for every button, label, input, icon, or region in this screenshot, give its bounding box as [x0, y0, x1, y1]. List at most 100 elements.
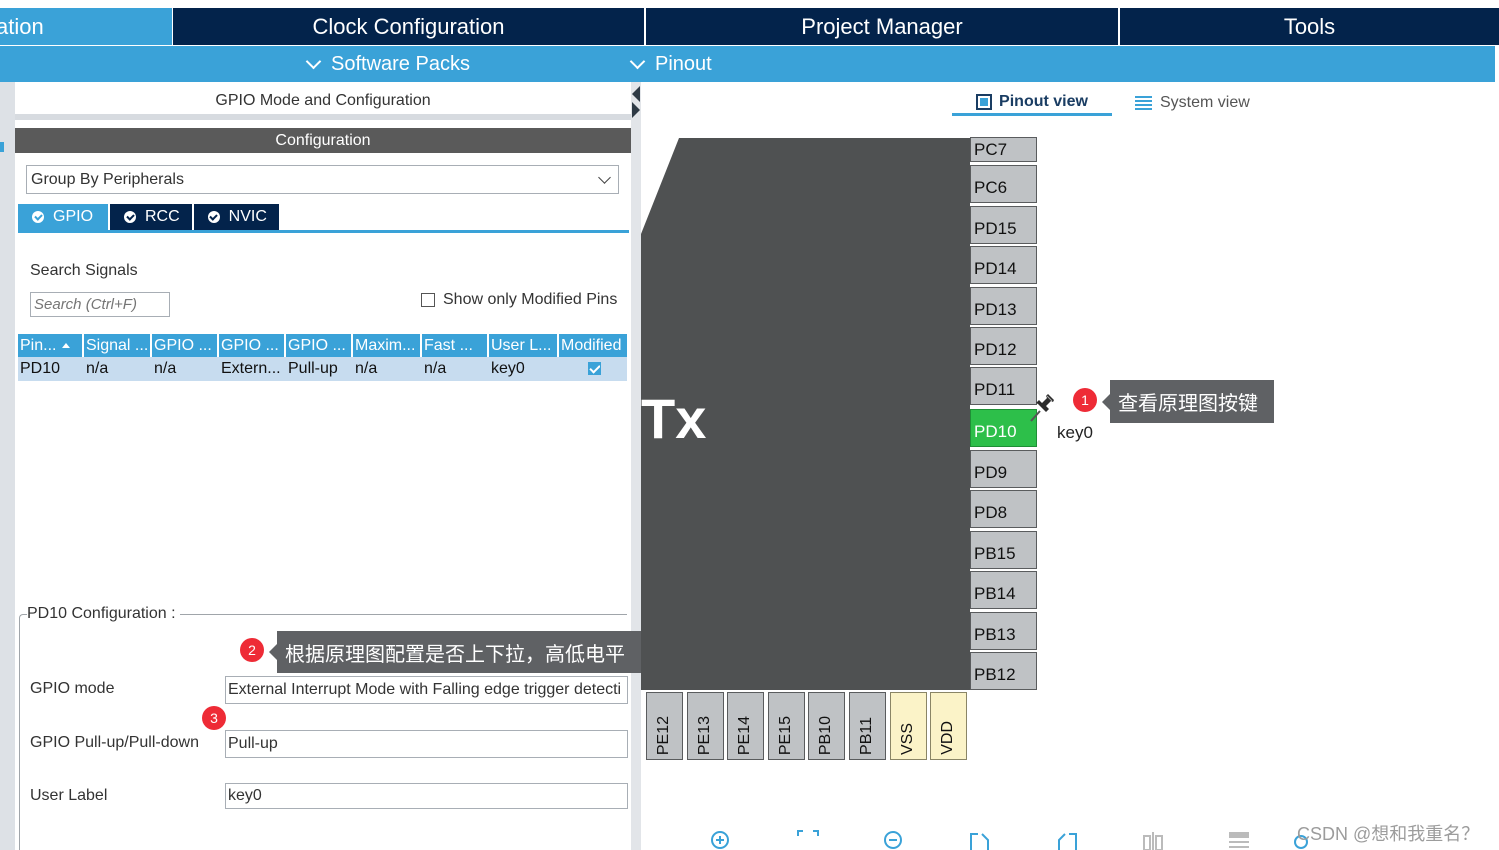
user-label-field[interactable]: key0 — [225, 783, 628, 809]
search-signals-label: Search Signals — [30, 262, 138, 279]
column-header-pin[interactable]: Pin... — [18, 334, 84, 357]
tab-rcc-label: RCC — [145, 208, 180, 225]
cell-gpio-pull: Pull-up — [288, 360, 338, 377]
column-header-fast-mode[interactable]: Fast ... — [422, 334, 489, 357]
gpio-mode-field[interactable]: External Interrupt Mode with Falling edg… — [225, 676, 628, 704]
annotation-badge-3: 3 — [202, 706, 226, 730]
pin-pb13[interactable]: PB13 — [970, 612, 1037, 650]
pin-pe14[interactable]: PE14 — [727, 692, 765, 760]
tab-system-view[interactable]: System view — [1135, 90, 1250, 116]
tab-pinout-label: ation — [0, 13, 44, 39]
configuration-header: Configuration — [15, 128, 631, 153]
pin-pe15[interactable]: PE15 — [767, 692, 805, 760]
system-view-icon — [1135, 95, 1152, 111]
show-modified-pins-option[interactable]: Show only Modified Pins — [421, 291, 617, 309]
pin-vss[interactable]: VSS — [889, 692, 927, 760]
tab-nvic-label: NVIC — [228, 208, 267, 225]
column-header-modified[interactable]: Modified — [559, 334, 627, 357]
tab-tools[interactable]: Tools — [1120, 8, 1499, 45]
column-header-gpio-mode[interactable]: GPIO ... — [219, 334, 286, 357]
pin-pb10[interactable]: PB10 — [808, 692, 846, 760]
pin-pe12[interactable]: PE12 — [646, 692, 683, 760]
check-circle-icon — [32, 211, 44, 223]
tab-nvic[interactable]: NVIC — [193, 204, 279, 230]
cell-modified[interactable] — [559, 357, 627, 381]
chip-icon — [976, 93, 993, 110]
pin-vdd[interactable]: VDD — [930, 692, 968, 760]
chip-corner-cut — [641, 138, 679, 234]
tab-gpio[interactable]: GPIO — [18, 204, 108, 230]
fieldset-corner — [19, 614, 27, 620]
fit-screen-icon[interactable] — [796, 828, 820, 850]
expand-right-icon[interactable] — [632, 102, 640, 118]
categories-strip — [0, 82, 15, 850]
panel-title: GPIO Mode and Configuration — [15, 82, 631, 120]
column-header-gpio-output[interactable]: GPIO ... — [152, 334, 219, 357]
pin-pc6[interactable]: PC6 — [970, 165, 1037, 203]
check-circle-icon — [207, 211, 220, 223]
pinout-view-label: Pinout view — [999, 92, 1088, 110]
column-header-gpio-pull[interactable]: GPIO ... — [286, 334, 353, 357]
rotate-right-icon[interactable] — [968, 828, 992, 850]
pin-pb15[interactable]: PB15 — [970, 531, 1037, 569]
cell-pin: PD10 — [20, 360, 61, 377]
gpio-pull-field[interactable]: Pull-up — [225, 730, 628, 758]
show-modified-checkbox[interactable] — [421, 293, 435, 307]
pin-pd12[interactable]: PD12 — [970, 327, 1037, 365]
flip-vertical-icon[interactable] — [1141, 828, 1165, 850]
pin-pd8[interactable]: PD8 — [970, 490, 1037, 528]
column-header-signal[interactable]: Signal ... — [84, 334, 152, 357]
panel-splitter[interactable] — [631, 82, 641, 850]
tab-pinout-view[interactable]: Pinout view — [952, 90, 1112, 116]
pin-pd15[interactable]: PD15 — [970, 206, 1037, 244]
user-label-label: User Label — [30, 787, 108, 804]
check-circle-icon — [124, 211, 136, 223]
tab-rcc[interactable]: RCC — [110, 204, 192, 230]
pinout-menu-label: Pinout — [655, 52, 712, 75]
sub-menu-bar: Software Packs Pinout — [0, 46, 1499, 82]
pin-pd13[interactable]: PD13 — [970, 287, 1037, 325]
tab-clock-configuration[interactable]: Clock Configuration — [173, 8, 644, 45]
pin-pc7[interactable]: PC7 — [970, 137, 1037, 162]
chevron-down-icon — [629, 53, 646, 69]
column-header-text: Pin... — [20, 337, 57, 354]
cell-gpio-mode: Extern... — [221, 360, 281, 377]
pd10-configuration-legend: PD10 Configuration : — [27, 605, 180, 623]
cell-signal: n/a — [86, 360, 109, 377]
table-row[interactable]: PD10 n/a n/a Extern... Pull-up n/a n/a k… — [18, 357, 627, 381]
pin-pb14[interactable]: PB14 — [970, 571, 1037, 609]
pin-pd9[interactable]: PD9 — [970, 450, 1037, 488]
cell-max-speed: n/a — [355, 360, 378, 377]
pushpin-icon — [1030, 394, 1054, 422]
pin-label: PE13 — [695, 715, 713, 755]
software-packs-menu[interactable]: Software Packs — [305, 46, 470, 82]
gpio-mode-label: GPIO mode — [30, 680, 115, 697]
rotate-left-icon[interactable] — [1055, 828, 1079, 850]
tab-clock-label: Clock Configuration — [312, 13, 505, 39]
column-header-user-label[interactable]: User L... — [489, 334, 559, 357]
pin-pd14[interactable]: PD14 — [970, 246, 1037, 284]
tab-underline — [18, 230, 629, 233]
group-by-select[interactable]: Group By Peripherals — [26, 165, 619, 194]
modified-checkbox-icon — [587, 362, 601, 375]
tab-project-manager[interactable]: Project Manager — [646, 8, 1118, 45]
flip-horizontal-icon[interactable] — [1227, 828, 1251, 850]
pinout-menu[interactable]: Pinout — [629, 46, 712, 82]
strip-marker — [0, 142, 4, 152]
cell-user-label: key0 — [491, 360, 525, 377]
pin-pb12[interactable]: PB12 — [970, 652, 1037, 690]
software-packs-label: Software Packs — [331, 52, 470, 75]
search-input[interactable] — [30, 292, 170, 317]
pin-pb11[interactable]: PB11 — [849, 692, 886, 760]
pin-pe13[interactable]: PE13 — [686, 692, 724, 760]
column-header-max-speed[interactable]: Maxim... — [353, 334, 422, 357]
sort-asc-icon — [62, 343, 71, 349]
pin-label: VDD — [939, 721, 957, 755]
pin-label: PB11 — [858, 717, 875, 755]
system-view-label: System view — [1160, 94, 1250, 111]
zoom-out-icon[interactable] — [881, 828, 905, 850]
table-header-row: Pin... Signal ... GPIO ... GPIO ... GPIO… — [18, 334, 627, 357]
zoom-in-icon[interactable] — [708, 828, 732, 850]
tab-pinout-configuration[interactable]: ation — [0, 8, 172, 45]
collapse-left-icon[interactable] — [632, 86, 640, 102]
